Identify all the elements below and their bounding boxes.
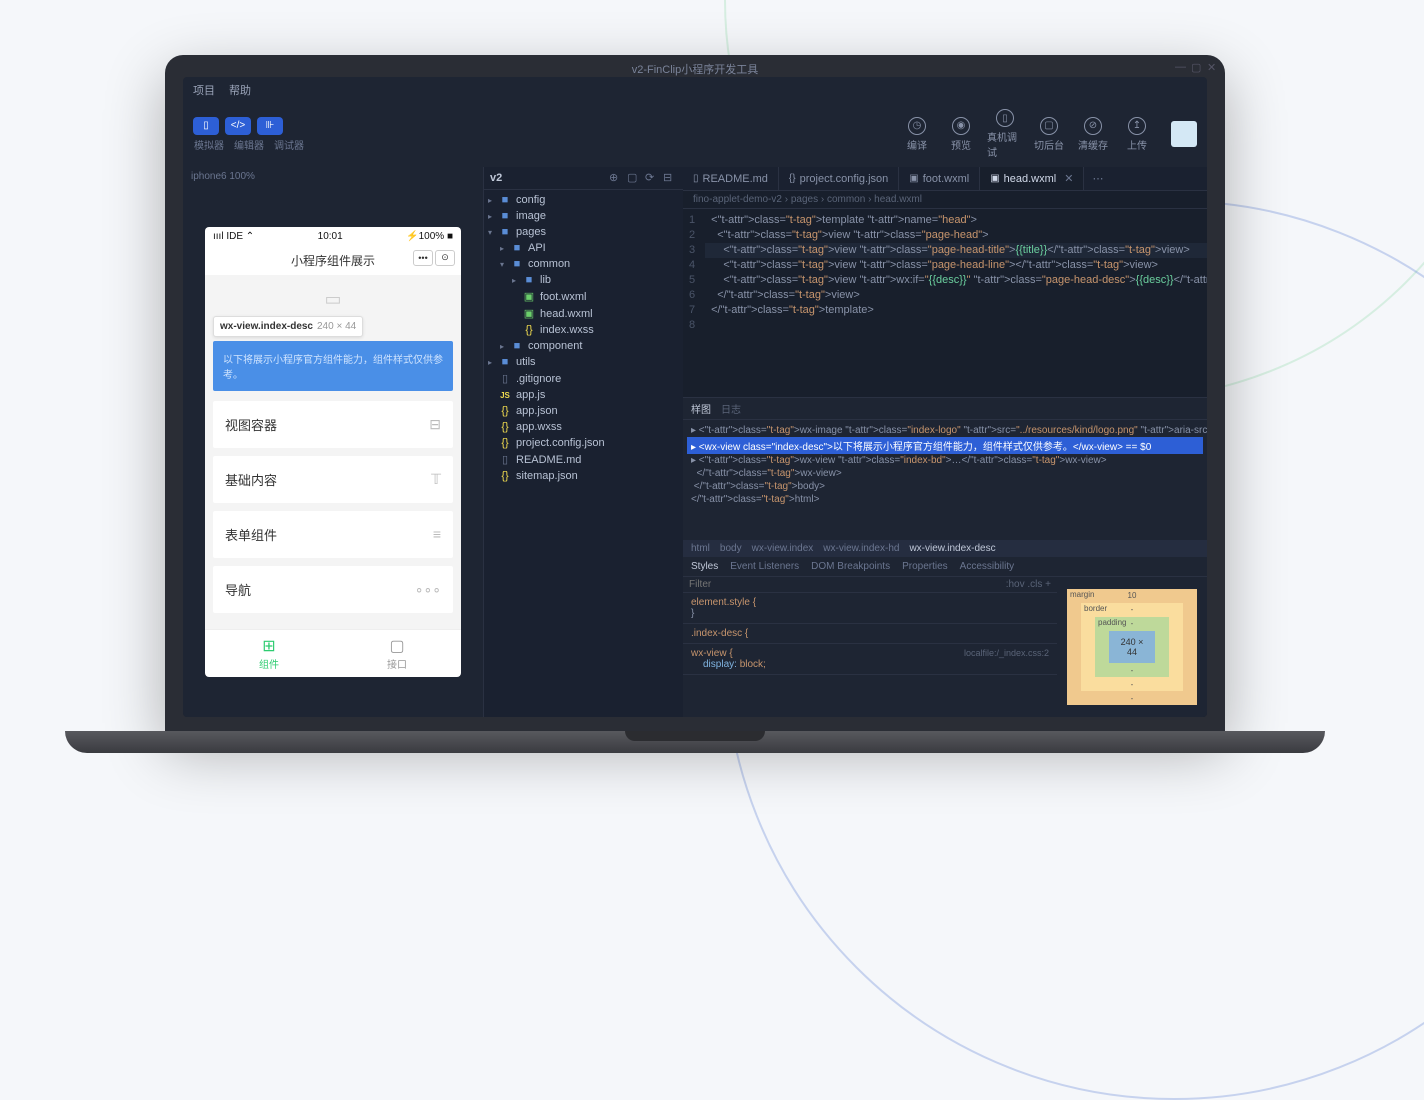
menu-project[interactable]: 项目 (193, 82, 215, 98)
css-rule[interactable]: wx-view {localfile:/_index.css:2display:… (683, 644, 1057, 675)
tree-node[interactable]: ▸■API (484, 240, 683, 256)
ide-window: v2-FinClip小程序开发工具 — ▢ ✕ 项目 帮助 ▯ </> ⊪ (183, 77, 1207, 717)
list-item[interactable]: 表单组件≡ (213, 511, 453, 558)
editor-tab[interactable]: {}project.config.json (779, 167, 899, 190)
tree-node[interactable]: JSapp.js (484, 387, 683, 403)
toolbar: ▯ </> ⊪ 模拟器 编辑器 调试器 ◷编译 ◉预览 ▯真机调试 ▢切后台 ⊘… (183, 103, 1207, 167)
tree-node[interactable]: ▣foot.wxml (484, 288, 683, 305)
tree-node[interactable]: ▾■common (484, 256, 683, 272)
box-model: margin 10 border - padding - (1057, 577, 1207, 717)
refresh-icon[interactable]: ⟳ (645, 171, 659, 185)
css-rule[interactable]: .index-desc {</span><div class="prop">ma… (683, 624, 1057, 644)
dom-node[interactable]: ▸ <"t-attr">class="t-tag">wx-view "t-att… (687, 454, 1203, 467)
tree-node[interactable]: ▸■lib (484, 272, 683, 288)
editor-tab[interactable]: ▣foot.wxml (899, 167, 980, 190)
tree-node[interactable]: ▸■component (484, 338, 683, 354)
more-tabs-icon[interactable]: ⋯ (1084, 167, 1111, 190)
collapse-icon[interactable]: ⊟ (663, 171, 677, 185)
editor-tab[interactable]: ▣head.wxml✕ (980, 167, 1084, 190)
editor-panel: ▯README.md{}project.config.json▣foot.wxm… (683, 167, 1207, 717)
new-file-icon[interactable]: ⊕ (609, 171, 623, 185)
devtools-tab-elements[interactable]: 样图 (691, 401, 711, 416)
simulator-toggle[interactable]: ▯ (193, 117, 219, 135)
more-icon[interactable]: ••• (413, 250, 433, 266)
code-line[interactable]: <"t-attr">class="t-tag">view "t-attr">wx… (705, 273, 1207, 288)
phone-simulator[interactable]: ıııl IDE ⌃ 10:01 ⚡100% ■ 小程序组件展示 ••• ⊙ (205, 227, 461, 677)
code-line[interactable] (705, 318, 1207, 333)
close-app-icon[interactable]: ⊙ (435, 250, 455, 266)
app-title: 小程序组件展示 (291, 254, 375, 268)
editor-tab[interactable]: ▯README.md (683, 167, 779, 190)
carrier-label: ıııl IDE ⌃ (213, 231, 254, 242)
tree-node[interactable]: ▣head.wxml (484, 305, 683, 322)
phone-tab[interactable]: ⊞组件 (205, 630, 333, 677)
phone-tab[interactable]: ▢接口 (333, 630, 461, 677)
editor-toggle[interactable]: </> (225, 117, 251, 135)
dom-node[interactable]: </"t-attr">class="t-tag">body> (687, 480, 1203, 493)
menu-help[interactable]: 帮助 (229, 82, 251, 98)
tree-node[interactable]: ▸■config (484, 192, 683, 208)
window-title: v2-FinClip小程序开发工具 (183, 77, 1207, 79)
dom-crumb-item[interactable]: wx-view.index-desc (909, 543, 995, 554)
battery-label: ⚡100% ■ (406, 231, 453, 242)
list-item[interactable]: 导航∘∘∘ (213, 566, 453, 613)
tree-node[interactable]: {}project.config.json (484, 435, 683, 451)
style-tab[interactable]: Properties (902, 561, 948, 572)
breadcrumb[interactable]: fino-applet-demo-v2 › pages › common › h… (683, 191, 1207, 209)
simulator-panel: iphone6 100% ıııl IDE ⌃ 10:01 ⚡100% ■ 小程… (183, 167, 483, 717)
style-tab[interactable]: Event Listeners (730, 561, 799, 572)
devtools-tab-console[interactable]: 日志 (721, 401, 741, 416)
debugger-toggle[interactable]: ⊪ (257, 117, 283, 135)
list-item[interactable]: 基础内容𝕋 (213, 456, 453, 503)
code-line[interactable]: <"t-attr">class="t-tag">view "t-attr">cl… (705, 258, 1207, 273)
project-root[interactable]: v2 (490, 172, 605, 184)
tree-node[interactable]: ▯.gitignore (484, 370, 683, 387)
dom-crumb-item[interactable]: wx-view.index-hd (823, 543, 899, 554)
devtools-panel: 样图 日志 ▸ <"t-attr">class="t-tag">wx-image… (683, 397, 1207, 717)
tree-node[interactable]: ▯README.md (484, 451, 683, 468)
style-filter-input[interactable] (689, 579, 1006, 590)
dom-crumb-item[interactable]: body (720, 543, 742, 554)
user-avatar[interactable] (1171, 121, 1197, 147)
tree-node[interactable]: {}app.json (484, 403, 683, 419)
tree-node[interactable]: ▸■image (484, 208, 683, 224)
highlighted-element[interactable]: 以下将展示小程序官方组件能力，组件样式仅供参考。 (213, 341, 453, 391)
dom-crumb-item[interactable]: wx-view.index (752, 543, 814, 554)
code-line[interactable]: </"t-attr">class="t-tag">view> (705, 288, 1207, 303)
time-label: 10:01 (318, 231, 343, 242)
inspect-tooltip: wx-view.index-desc240 × 44 (213, 316, 363, 337)
menubar: 项目 帮助 (183, 77, 1207, 103)
code-line[interactable]: </"t-attr">class="t-tag">template> (705, 303, 1207, 318)
compile-button[interactable]: ◷编译 (899, 117, 935, 152)
upload-button[interactable]: ↥上传 (1119, 117, 1155, 152)
clear-cache-button[interactable]: ⊘清缓存 (1075, 117, 1111, 152)
dom-node[interactable]: </"t-attr">class="t-tag">html> (687, 493, 1203, 506)
tree-node[interactable]: ▾■pages (484, 224, 683, 240)
css-rule[interactable]: element.style {} (683, 593, 1057, 624)
device-status: iphone6 100% (183, 167, 483, 186)
style-tab[interactable]: DOM Breakpoints (811, 561, 890, 572)
tree-node[interactable]: {}app.wxss (484, 419, 683, 435)
style-tab[interactable]: Accessibility (960, 561, 1014, 572)
laptop-frame: v2-FinClip小程序开发工具 — ▢ ✕ 项目 帮助 ▯ </> ⊪ (165, 55, 1225, 753)
preview-button[interactable]: ◉预览 (943, 117, 979, 152)
style-tab[interactable]: Styles (691, 561, 718, 572)
tree-node[interactable]: ▸■utils (484, 354, 683, 370)
dom-crumb-item[interactable]: html (691, 543, 710, 554)
code-line[interactable]: <"t-attr">class="t-tag">view "t-attr">cl… (705, 228, 1207, 243)
remote-debug-button[interactable]: ▯真机调试 (987, 109, 1023, 159)
dom-node[interactable]: ▸ <"t-attr">class="t-tag">wx-image "t-at… (687, 424, 1203, 437)
tree-node[interactable]: {}sitemap.json (484, 468, 683, 484)
new-folder-icon[interactable]: ▢ (627, 171, 641, 185)
tree-node[interactable]: {}index.wxss (484, 322, 683, 338)
background-button[interactable]: ▢切后台 (1031, 117, 1067, 152)
dom-node[interactable]: ▸ <wx-view class="index-desc">以下将展示小程序官方… (687, 437, 1203, 454)
style-filter-options[interactable]: :hov .cls + (1006, 579, 1051, 590)
code-line[interactable]: <"t-attr">class="t-tag">view "t-attr">cl… (705, 243, 1207, 258)
dom-node[interactable]: </"t-attr">class="t-tag">wx-view> (687, 467, 1203, 480)
file-explorer: v2 ⊕ ▢ ⟳ ⊟ ▸■config▸■image▾■pages▸■API▾■… (483, 167, 683, 717)
code-line[interactable]: <"t-attr">class="t-tag">template "t-attr… (705, 213, 1207, 228)
list-item[interactable]: 视图容器⊟ (213, 401, 453, 448)
